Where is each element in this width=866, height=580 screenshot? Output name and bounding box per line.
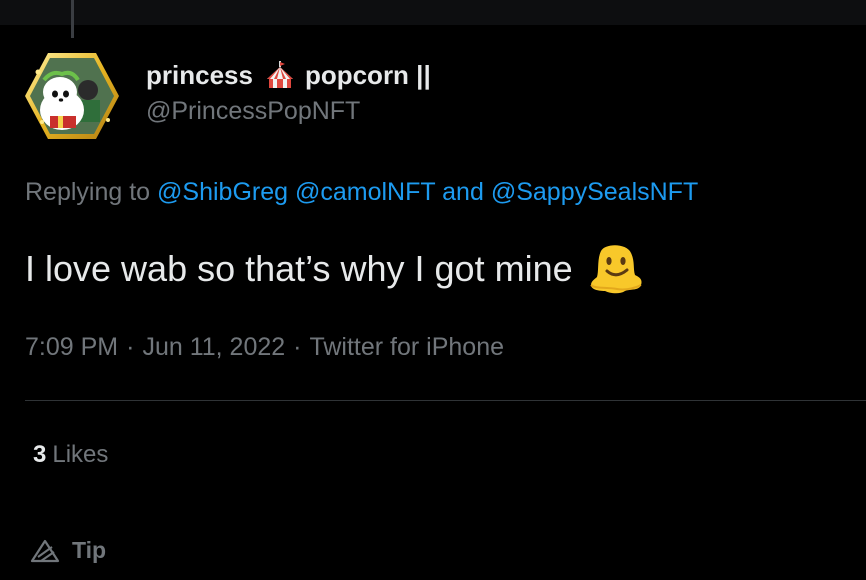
author-block[interactable]: princess popcorn || @PrincessPopNFT [146, 58, 431, 128]
tweet-date[interactable]: Jun 11, 2022 [142, 333, 285, 361]
author-handle[interactable]: @PrincessPopNFT [146, 94, 431, 128]
mention-link[interactable]: @SappySealsNFT [491, 178, 698, 206]
melting-face-icon [587, 243, 645, 295]
tip-icon [30, 539, 60, 562]
replying-to-label: Replying to [25, 178, 151, 206]
author-display-name[interactable]: princess popcorn || [146, 58, 431, 92]
meta-separator: · [126, 333, 135, 361]
divider [25, 400, 866, 401]
tweet-text: I love wab so that’s why I got mine [25, 243, 645, 295]
tweet-meta: 7:09 PM · Jun 11, 2022 · Twitter for iPhone [25, 333, 504, 362]
mention-link[interactable]: @ShibGreg [157, 178, 288, 206]
tweet-source[interactable]: Twitter for iPhone [309, 333, 504, 361]
tweet-time[interactable]: 7:09 PM [25, 333, 118, 361]
thread-connector-line [71, 0, 74, 38]
tweet-body: I love wab so that’s why I got mine [25, 248, 573, 289]
meta-separator: · [293, 333, 302, 361]
mention-link[interactable]: @camolNFT [295, 178, 435, 206]
likes-label: Likes [52, 441, 109, 468]
avatar[interactable] [22, 50, 122, 142]
likes-count: 3 [33, 441, 47, 468]
author-name-part1: princess [146, 60, 253, 90]
mention-joiner[interactable]: and [442, 178, 484, 206]
likes-link[interactable]: 3 Likes [33, 441, 108, 469]
tip-label: Tip [72, 537, 107, 563]
tip-button[interactable]: Tip [30, 537, 106, 564]
circus-tent-icon [265, 61, 295, 89]
top-strip [0, 0, 866, 25]
author-name-part2: popcorn || [304, 60, 431, 90]
replying-to-line: Replying to @ShibGreg @camolNFT and @Sap… [25, 178, 698, 207]
